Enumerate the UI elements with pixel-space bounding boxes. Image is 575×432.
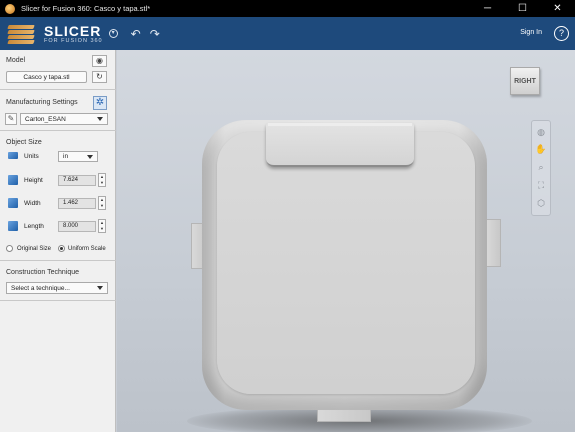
height-stepper[interactable]: ▲ ▼: [98, 173, 106, 187]
orbit-icon[interactable]: ◍: [535, 126, 547, 138]
height-label: Height: [24, 177, 43, 184]
chevron-down-icon: [97, 117, 103, 121]
minimize-button[interactable]: ─: [470, 0, 505, 17]
model-file-button[interactable]: Casco y tapa.stl: [6, 71, 87, 83]
height-cube-icon: [8, 175, 18, 185]
divider: [0, 130, 116, 131]
uniform-scale-radio[interactable]: [58, 245, 65, 252]
slicer-logo-icon: [6, 21, 40, 47]
manufacturing-select-value: Carton_ESAN: [25, 115, 66, 123]
divider: [0, 300, 116, 301]
close-button[interactable]: ✕: [540, 0, 575, 17]
window-titlebar: Slicer for Fusion 360: Casco y tapa.stl*…: [0, 0, 575, 17]
app-icon: [5, 3, 15, 14]
units-select[interactable]: in: [58, 151, 98, 162]
help-icon[interactable]: ?: [554, 26, 569, 41]
brand-name: SLICER: [44, 22, 102, 39]
model-viewport[interactable]: RIGHT ◍ ✋ ⌕ ⛶ ⬡: [117, 50, 575, 432]
app-header: SLICER FOR FUSION 360 ▾ ↶ ↷ Sign In ?: [0, 17, 575, 50]
viewcube-face-label: RIGHT: [514, 77, 536, 85]
pan-hand-icon[interactable]: ✋: [535, 143, 547, 155]
model-box-face: [217, 132, 475, 394]
object-size-section-title: Object Size: [6, 139, 42, 146]
length-stepper[interactable]: ▲ ▼: [98, 219, 106, 233]
original-size-label: Original Size: [17, 246, 52, 252]
length-input[interactable]: 8.000: [58, 221, 96, 232]
uniform-scale-label: Uniform Scale: [68, 246, 106, 252]
model-lid: [266, 123, 414, 167]
construction-technique-select[interactable]: Select a technique...: [6, 282, 108, 294]
navigation-bar: ◍ ✋ ⌕ ⛶ ⬡: [531, 120, 551, 216]
divider: [0, 89, 116, 90]
manufacturing-section-title: Manufacturing Settings: [6, 99, 78, 106]
brand-subtitle: FOR FUSION 360: [44, 37, 103, 44]
menu-dropdown-icon[interactable]: ▾: [108, 29, 118, 38]
chevron-down-icon: [97, 286, 103, 290]
window-controls: ─ ☐ ✕: [470, 0, 575, 17]
sign-in-link[interactable]: Sign In: [520, 29, 542, 36]
fit-view-icon[interactable]: ⛶: [535, 179, 547, 191]
model-right-tab: [485, 219, 501, 267]
width-stepper[interactable]: ▲ ▼: [98, 196, 106, 210]
length-label: Length: [24, 223, 44, 230]
maximize-button[interactable]: ☐: [505, 0, 540, 17]
manufacturing-select[interactable]: Carton_ESAN: [20, 113, 108, 125]
redo-icon[interactable]: ↷: [150, 27, 160, 41]
window-title: Slicer for Fusion 360: Casco y tapa.stl*: [21, 4, 151, 13]
height-input[interactable]: 7.624: [58, 175, 96, 186]
view-cube-icon[interactable]: ⬡: [535, 197, 547, 209]
units-label: Units: [24, 153, 39, 160]
units-select-value: in: [63, 153, 69, 160]
units-ruler-icon: [8, 152, 18, 159]
original-size-radio[interactable]: [6, 245, 13, 252]
construction-section-title: Construction Technique: [6, 269, 80, 276]
refresh-icon[interactable]: ↻: [92, 71, 107, 83]
brand: SLICER FOR FUSION 360: [44, 24, 103, 44]
width-cube-icon: [8, 198, 18, 208]
settings-panel: Model ◉ Casco y tapa.stl ↻ Manufacturing…: [0, 50, 116, 432]
chevron-down-icon: [87, 155, 93, 159]
width-label: Width: [24, 200, 41, 207]
viewcube[interactable]: RIGHT: [510, 67, 540, 95]
length-cube-icon: [8, 221, 18, 231]
edit-pencil-icon[interactable]: ✎: [5, 113, 17, 125]
zoom-magnifier-icon[interactable]: ⌕: [535, 161, 547, 173]
construction-technique-placeholder: Select a technique...: [11, 284, 70, 292]
divider: [0, 260, 116, 261]
width-input[interactable]: 1.462: [58, 198, 96, 209]
undo-icon[interactable]: ↶: [131, 27, 141, 41]
manufacturing-settings-gear-icon[interactable]: ✲: [93, 96, 107, 110]
visibility-eye-icon[interactable]: ◉: [92, 55, 107, 67]
